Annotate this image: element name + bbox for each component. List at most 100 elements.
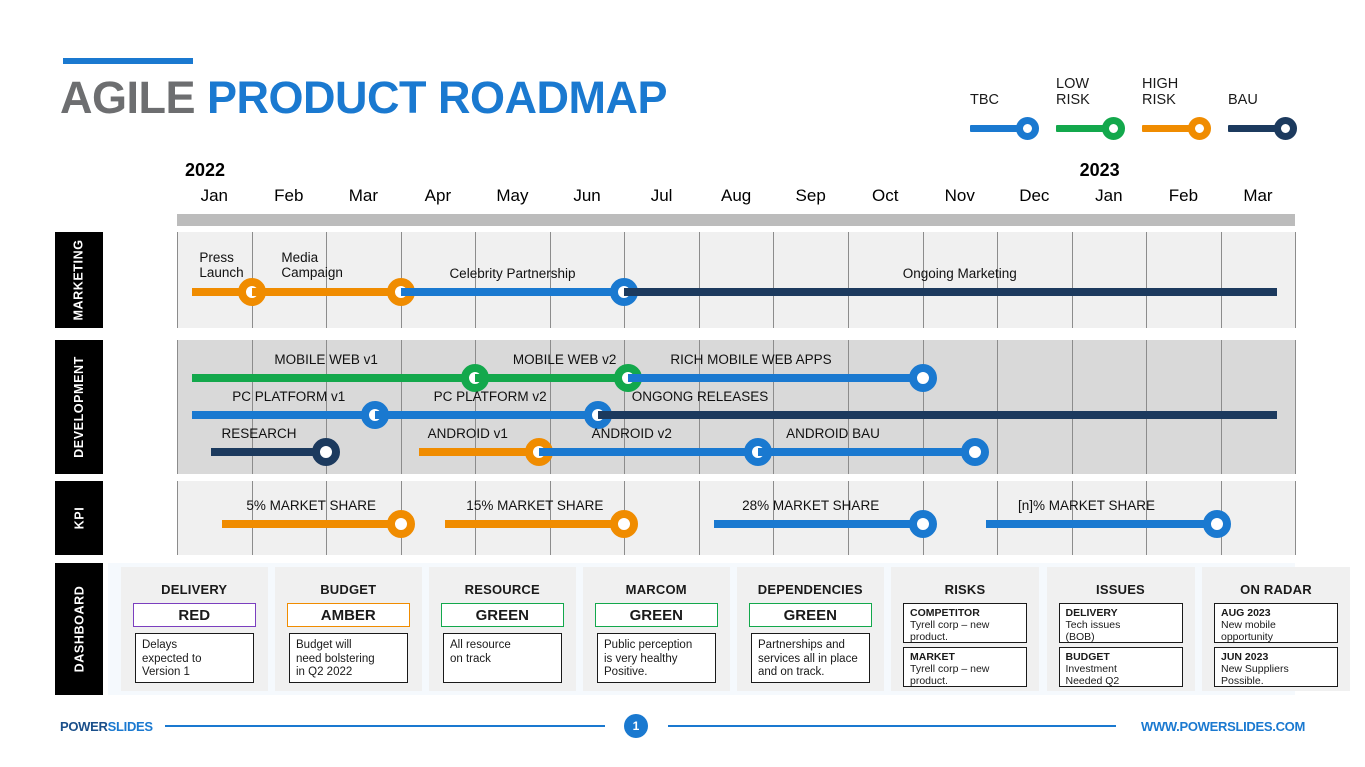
timeline-bar[interactable] [374, 411, 599, 419]
timeline-bar-label: PC PLATFORM v2 [433, 389, 547, 404]
dashboard-card-title: DELIVERY [161, 582, 228, 597]
dashboard-card-resource[interactable]: RESOURCE GREEN All resource on track [429, 567, 576, 691]
timeline-month-13: Feb [1168, 186, 1199, 205]
dashboard-card-note: Partnerships and services all in place and… [751, 633, 870, 683]
page-title: AGILE PRODUCT ROADMAP [60, 72, 668, 124]
timeline-bar[interactable] [191, 374, 476, 382]
timeline-bar[interactable] [758, 448, 975, 456]
timeline-bar[interactable] [475, 374, 628, 382]
timeline-month-4: May [496, 186, 529, 205]
legend-label: HIGH RISK [1142, 76, 1179, 108]
status-badge[interactable]: AMBER [287, 603, 410, 627]
milestone-node-icon[interactable] [1202, 510, 1231, 538]
dashboard-list-item[interactable]: BUDGET Investment Needed Q2 [1058, 647, 1183, 687]
legend-label: TBC [970, 92, 999, 108]
legend-node-icon [1274, 117, 1297, 140]
timeline-bar-label: Celebrity Partnership [449, 266, 576, 281]
legend-item-high-risk: HIGH RISK [1142, 76, 1226, 140]
timeline-bar[interactable] [445, 520, 625, 528]
timeline-bar[interactable] [713, 520, 923, 528]
list-item-line: Investment [1065, 663, 1117, 675]
dashboard-card-dependencies[interactable]: DEPENDENCIES GREEN Partnerships and service… [737, 567, 884, 691]
dashboard-list-item[interactable]: COMPETITOR Tyrell corp – new product. [903, 603, 1027, 643]
gridline [1146, 232, 1148, 328]
title-accent-rule [63, 58, 193, 64]
dashboard-list-item[interactable]: AUG 2023 New mobile opportunity [1214, 603, 1338, 643]
dashboard-card-note: Public perception is very healthy Positive… [597, 633, 716, 683]
timeline-bar[interactable] [628, 374, 923, 382]
gridline [847, 481, 849, 555]
status-badge[interactable]: RED [133, 603, 256, 627]
milestone-node-icon[interactable] [312, 438, 341, 466]
timeline-bar-label: ANDROID v1 [427, 426, 508, 441]
timeline-month-10: Nov [944, 186, 975, 205]
legend-node-icon [1016, 117, 1039, 140]
dashboard-card-marcom[interactable]: MARCOM GREEN Public perception is very heal… [583, 567, 730, 691]
list-item-heading: JUN 2023 [1221, 651, 1269, 663]
timeline-bar[interactable] [538, 448, 759, 456]
timeline-month-0: Jan [200, 186, 228, 205]
timeline-bar[interactable] [419, 448, 539, 456]
dashboard-list-on-radar[interactable]: ON RADAR AUG 2023 New mobile opportunity JUN… [1202, 567, 1350, 691]
dashboard-card-note: Budget will need bolstering in Q2 2022 [289, 633, 408, 683]
timeline-bar-label: Press Launch [199, 250, 244, 280]
list-item-line: Tyrell corp – new [910, 619, 990, 631]
timeline-bar[interactable] [191, 411, 375, 419]
legend-item-low-risk: LOW RISK [1056, 76, 1140, 140]
gridline [997, 481, 999, 555]
timeline-bar-label: RICH MOBILE WEB APPS [670, 352, 832, 367]
timeline-years: 2022 2023 [0, 160, 1365, 182]
legend-item-bau: BAU [1228, 78, 1312, 140]
timeline-bar[interactable] [210, 448, 327, 456]
dashboard-card-delivery[interactable]: DELIVERY RED Delays expected to Version 1 [121, 567, 268, 691]
dashboard-card-title: ON RADAR [1240, 582, 1312, 597]
dashboard-list-item[interactable]: JUN 2023 New Suppliers Possible. [1214, 647, 1338, 687]
dashboard-list-item[interactable]: MARKET Tyrell corp – new product. [903, 647, 1027, 687]
timeline-bar[interactable] [598, 411, 1277, 419]
footer-url[interactable]: WWW.POWERSLIDES.COM [1141, 719, 1305, 734]
timeline-month-3: Apr [424, 186, 452, 205]
list-item-heading: BUDGET [1065, 651, 1110, 663]
status-badge[interactable]: GREEN [441, 603, 564, 627]
dashboard-list-risks[interactable]: RISKS COMPETITOR Tyrell corp – new product.… [891, 567, 1039, 691]
legend-label: BAU [1228, 92, 1258, 108]
timeline-bar[interactable] [251, 288, 401, 296]
dashboard-card-budget[interactable]: BUDGET AMBER Budget will need bolstering in … [275, 567, 422, 691]
dashboard-card-title: RESOURCE [464, 582, 540, 597]
status-badge[interactable]: GREEN [749, 603, 872, 627]
milestone-node-icon[interactable] [386, 510, 415, 538]
gridline [326, 232, 328, 328]
gridline [549, 481, 551, 555]
milestone-node-icon[interactable] [908, 510, 937, 538]
dashboard-list-item[interactable]: DELIVERY Tech issues (BOB) [1058, 603, 1183, 643]
legend-node-icon [1188, 117, 1211, 140]
timeline-bar-label: 5% MARKET SHARE [246, 498, 376, 513]
gridline [1295, 481, 1297, 555]
dashboard-list-issues[interactable]: ISSUES DELIVERY Tech issues (BOB) BUDGET Inve… [1046, 567, 1195, 691]
milestone-node-icon[interactable] [610, 510, 639, 538]
milestone-node-icon[interactable] [908, 364, 937, 392]
list-item-line: product. [910, 675, 948, 687]
timeline-bar-label: PC PLATFORM v1 [232, 389, 346, 404]
legend-node-icon [1102, 117, 1125, 140]
timeline-bar[interactable] [221, 520, 401, 528]
legend-label: LOW RISK [1056, 76, 1090, 108]
timeline-bar[interactable] [400, 288, 625, 296]
status-badge[interactable]: GREEN [595, 603, 718, 627]
timeline-bar[interactable] [624, 288, 1277, 296]
gridline [997, 340, 999, 474]
timeline-month-11: Dec [1019, 186, 1050, 205]
list-item-heading: COMPETITOR [910, 607, 980, 619]
brand-part-slides: SLIDES [107, 719, 153, 734]
gridline [1071, 481, 1073, 555]
timeline-bar-label: 28% MARKET SHARE [742, 498, 880, 513]
timeline-month-1: Feb [274, 186, 304, 205]
timeline-month-14: Mar [1243, 186, 1273, 205]
timeline-month-12: Jan [1095, 186, 1123, 205]
timeline-bar-label: ANDROID v2 [591, 426, 672, 441]
timeline-months: Jan Feb Mar Apr May Jun Jul Aug Sep Oct Nov Dec Jan F… [0, 186, 1365, 210]
list-item-line: New Suppliers [1221, 663, 1289, 675]
timeline-bar[interactable] [985, 520, 1217, 528]
gridline [177, 340, 178, 474]
milestone-node-icon[interactable] [960, 438, 989, 466]
